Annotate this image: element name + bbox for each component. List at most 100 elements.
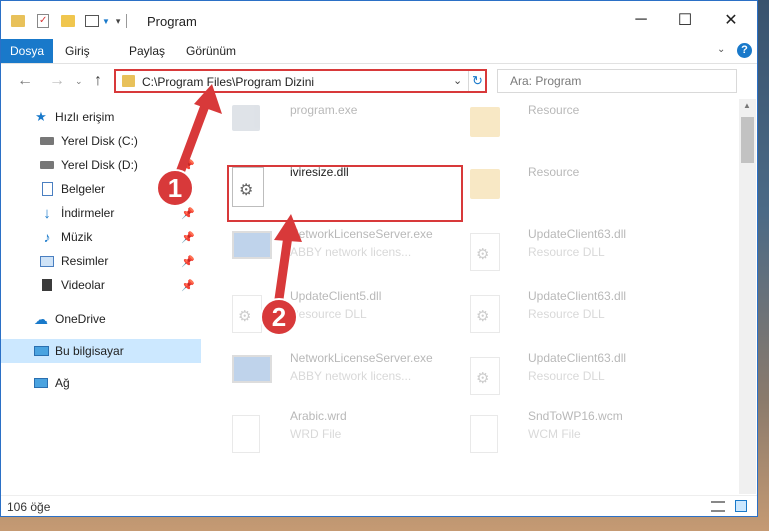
music-note-icon: ♪ xyxy=(43,229,51,245)
tab-home[interactable]: Giriş xyxy=(65,39,90,63)
separator xyxy=(126,14,128,28)
tab-file[interactable]: Dosya xyxy=(1,39,54,63)
file-item[interactable]: NetworkLicenseServer.exe ABBY network li… xyxy=(220,347,445,403)
vertical-scrollbar[interactable]: ▲ xyxy=(739,99,756,494)
nav-label: Müzik xyxy=(61,230,93,244)
file-name: Resource xyxy=(528,103,580,117)
exe-icon xyxy=(232,355,272,395)
file-subtitle: WRD File xyxy=(290,427,342,441)
file-item[interactable]: ⚙ UpdateClient63.dll Resource DLL xyxy=(458,223,683,279)
file-name: program.exe xyxy=(290,103,358,117)
file-highlight-box xyxy=(227,165,463,222)
file-item[interactable]: ⚙ UpdateClient5.dll Resource DLL xyxy=(220,285,445,341)
recent-locations-icon[interactable]: ⌄ xyxy=(75,76,83,87)
view-layout-icon[interactable] xyxy=(85,15,99,27)
file-item[interactable]: program.exe xyxy=(220,99,445,155)
file-name: UpdateClient63.dll xyxy=(528,227,627,241)
document-icon xyxy=(232,415,260,453)
file-item[interactable]: ⚙ UpdateClient63.dll Resource DLL xyxy=(458,347,683,403)
file-subtitle: WCM File xyxy=(528,427,581,441)
new-folder-icon[interactable] xyxy=(61,15,75,27)
tab-view[interactable]: Görünüm xyxy=(186,39,236,63)
chevron-down-icon[interactable]: ▼ xyxy=(102,17,110,26)
nav-onedrive[interactable]: ☁ OneDrive xyxy=(1,307,201,331)
nav-label: Yerel Disk (D:) xyxy=(61,158,138,172)
scrollbar-thumb[interactable] xyxy=(741,117,754,163)
cloud-icon: ☁ xyxy=(34,310,48,327)
help-icon[interactable]: ? xyxy=(737,43,752,58)
nav-label: Bu bilgisayar xyxy=(55,344,124,358)
exe-icon xyxy=(232,231,272,271)
callout-badge-1: 1 xyxy=(156,169,194,207)
details-view-icon[interactable] xyxy=(711,501,725,512)
nav-label: Ağ xyxy=(55,376,70,390)
scroll-up-icon[interactable]: ▲ xyxy=(743,101,751,110)
nav-this-pc[interactable]: Bu bilgisayar xyxy=(1,339,201,363)
file-name: UpdateClient5.dll xyxy=(290,289,382,303)
dll-gear-icon: ⚙ xyxy=(470,233,500,271)
nav-label: Videolar xyxy=(61,278,105,292)
customize-toolbar-icon[interactable]: ▾ xyxy=(116,16,121,27)
nav-item-local-disk-c[interactable]: Yerel Disk (C:) xyxy=(1,129,201,153)
file-subtitle: ABBY network licens... xyxy=(290,245,412,259)
file-item[interactable]: Arabic.wrd WRD File xyxy=(220,405,445,461)
nav-label: Yerel Disk (C:) xyxy=(61,134,138,148)
folder-item[interactable]: Resource xyxy=(458,99,683,155)
nav-item-videos[interactable]: Videolar 📌 xyxy=(1,273,201,297)
pin-icon[interactable]: 📌 xyxy=(181,255,195,268)
pin-icon[interactable]: 📌 xyxy=(181,207,195,220)
file-name: Arabic.wrd xyxy=(290,409,347,423)
nav-item-music[interactable]: ♪ Müzik 📌 xyxy=(1,225,201,249)
address-row: ← → ⌄ ↑ C:\Program Files\Program Dizini … xyxy=(1,64,757,98)
nav-label: OneDrive xyxy=(55,312,106,326)
nav-quick-access[interactable]: ★ Hızlı erişim xyxy=(1,105,201,129)
large-icons-view-icon[interactable] xyxy=(735,500,747,512)
file-item[interactable]: ⚙ UpdateClient63.dll Resource DLL xyxy=(458,285,683,341)
pin-icon[interactable]: 📌 xyxy=(181,159,195,172)
minimize-button[interactable]: ─ xyxy=(619,1,663,39)
file-subtitle: Resource DLL xyxy=(528,369,605,383)
dll-gear-icon: ⚙ xyxy=(232,295,262,333)
address-bar[interactable]: C:\Program Files\Program Dizini ⌄ ↻ xyxy=(114,69,487,93)
properties-icon[interactable]: ✓ xyxy=(37,14,49,28)
tab-share[interactable]: Paylaş xyxy=(129,39,165,63)
maximize-button[interactable]: ☐ xyxy=(663,1,707,39)
file-name: UpdateClient63.dll xyxy=(528,289,627,303)
search-input[interactable]: Ara: Program xyxy=(497,69,737,93)
film-icon xyxy=(39,277,55,293)
pictures-icon xyxy=(39,253,55,269)
file-name: NetworkLicenseServer.exe xyxy=(290,351,433,365)
ribbon-tabs: Dosya Giriş Paylaş Görünüm ⌄ ? xyxy=(1,39,757,64)
exe-icon xyxy=(232,105,266,145)
nav-network[interactable]: Ağ xyxy=(1,371,201,395)
network-icon xyxy=(33,375,49,391)
pin-icon[interactable]: 📌 xyxy=(181,231,195,244)
dll-gear-icon: ⚙ xyxy=(470,295,500,333)
folder-icon xyxy=(470,169,504,209)
address-dropdown-icon[interactable]: ⌄ xyxy=(453,74,462,87)
file-name: NetworkLicenseServer.exe xyxy=(290,227,433,241)
forward-arrow-icon[interactable]: → xyxy=(49,72,65,90)
folder-icon xyxy=(11,15,25,27)
status-bar: 106 öğe xyxy=(1,495,757,516)
close-button[interactable]: ✕ xyxy=(709,1,753,39)
drive-icon xyxy=(39,157,55,173)
expand-ribbon-icon[interactable]: ⌄ xyxy=(717,44,725,55)
folder-item[interactable]: Resource xyxy=(458,161,683,217)
refresh-icon[interactable]: ↻ xyxy=(468,71,486,91)
file-item[interactable]: NetworkLicenseServer.exe ABBY network li… xyxy=(220,223,445,279)
up-arrow-icon[interactable]: ↑ xyxy=(94,72,102,90)
pin-icon[interactable]: 📌 xyxy=(181,279,195,292)
nav-item-pictures[interactable]: Resimler 📌 xyxy=(1,249,201,273)
nav-label: Resimler xyxy=(61,254,109,268)
window-title: Program xyxy=(147,14,197,29)
file-subtitle: Resource DLL xyxy=(290,307,367,321)
file-item[interactable]: SndToWP16.wcm WCM File xyxy=(458,405,683,461)
document-icon xyxy=(470,415,498,453)
nav-label: Hızlı erişim xyxy=(55,110,115,124)
file-name: UpdateClient63.dll xyxy=(528,351,627,365)
back-arrow-icon[interactable]: ← xyxy=(17,72,33,90)
dll-gear-icon: ⚙ xyxy=(470,357,500,395)
explorer-window: ✓ ▼ ▾ Program ─ ☐ ✕ Dosya Giriş Paylaş G… xyxy=(0,0,758,517)
star-icon: ★ xyxy=(35,109,47,124)
